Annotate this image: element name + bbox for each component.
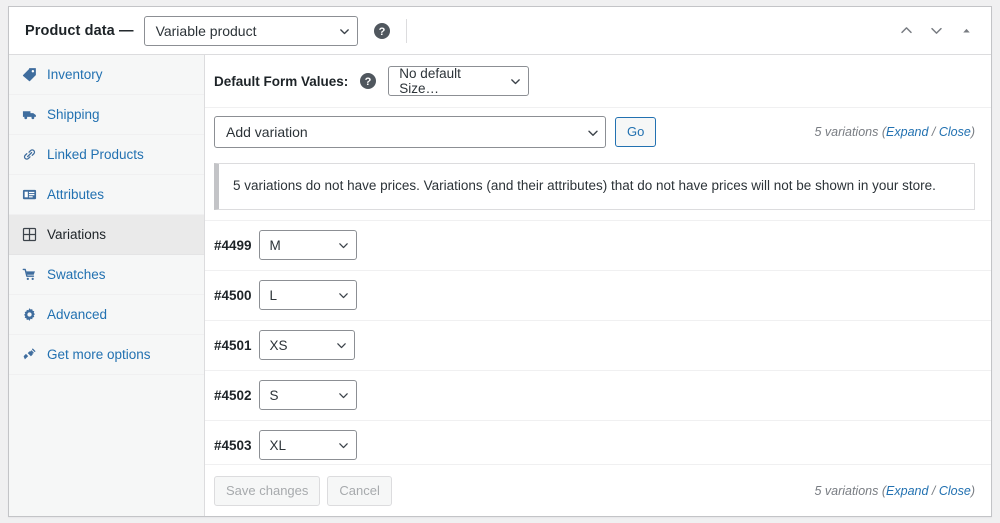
variation-size-value: XS	[269, 337, 288, 353]
variation-size-select[interactable]: L	[258, 280, 357, 311]
toggle-panel-button[interactable]	[953, 18, 979, 44]
add-variation-select[interactable]: Add variation	[214, 115, 606, 148]
variation-size-select[interactable]: XS	[258, 330, 355, 361]
default-size-value: No default Size…	[399, 66, 461, 96]
truck-icon	[21, 107, 37, 123]
chevron-down-icon	[338, 440, 348, 449]
expand-close-separator: /	[928, 483, 939, 498]
variations-count-text: 5 variations	[814, 124, 879, 139]
sidebar-item-linked-products[interactable]: Linked Products	[9, 135, 204, 175]
variations-count-text: 5 variations	[814, 483, 879, 498]
tag-icon	[21, 67, 37, 83]
list-icon	[21, 187, 37, 203]
save-changes-button[interactable]: Save changes	[214, 475, 321, 506]
sidebar-item-label: Shipping	[47, 106, 100, 122]
expand-link[interactable]: Expand	[886, 125, 928, 139]
table-row: #4502 S	[205, 370, 991, 421]
sidebar-item-get-more-options[interactable]: Get more options	[9, 335, 204, 375]
product-data-panel: Product data — Variable product ? Invent…	[8, 6, 992, 517]
help-icon[interactable]: ?	[360, 73, 377, 89]
variation-id: #4502	[214, 387, 252, 403]
cancel-button[interactable]: Cancel	[327, 475, 392, 506]
sidebar-item-inventory[interactable]: Inventory	[9, 55, 204, 95]
go-button[interactable]: Go	[615, 116, 657, 147]
sidebar-item-variations[interactable]: Variations	[9, 215, 204, 255]
no-prices-notice: 5 variations do not have prices. Variati…	[214, 163, 975, 210]
panel-body: Inventory Shipping Linked Products Attri…	[9, 55, 991, 516]
sidebar-item-label: Advanced	[47, 306, 108, 322]
variations-count-top: 5 variations (Expand / Close)	[814, 125, 975, 139]
panel-header: Product data — Variable product ?	[9, 7, 991, 55]
chevron-down-icon	[339, 26, 349, 35]
variation-size-value: L	[269, 287, 278, 303]
variation-size-value: M	[269, 237, 281, 253]
close-link[interactable]: Close	[939, 484, 971, 498]
link-icon	[21, 147, 37, 163]
panel-sidebar: Inventory Shipping Linked Products Attri…	[9, 55, 205, 516]
variations-footer: Save changes Cancel 5 variations (Expand…	[205, 464, 991, 516]
sidebar-item-shipping[interactable]: Shipping	[9, 95, 204, 135]
notice-wrap: 5 variations do not have prices. Variati…	[205, 155, 991, 220]
default-form-values-label: Default Form Values:	[214, 73, 349, 89]
chevron-down-icon	[338, 290, 348, 299]
variation-size-select[interactable]: S	[258, 380, 357, 411]
variations-count-bottom: 5 variations (Expand / Close)	[814, 484, 975, 498]
header-divider	[405, 18, 407, 43]
svg-text:?: ?	[378, 26, 385, 38]
variations-list: #4499 M #4500 L #4501 XS #4502 S #4503 X…	[205, 219, 991, 471]
help-icon[interactable]: ?	[373, 22, 390, 39]
table-row: #4501 XS	[205, 320, 991, 371]
chevron-down-icon	[338, 240, 348, 249]
close-link[interactable]: Close	[939, 125, 971, 139]
variation-size-select[interactable]: M	[258, 230, 357, 261]
plugin-icon	[21, 347, 37, 363]
variation-size-value: XL	[269, 437, 287, 453]
add-variation-value: Add variation	[226, 123, 308, 140]
gear-icon	[21, 307, 37, 323]
sidebar-item-label: Inventory	[47, 66, 103, 82]
expand-close-group: (Expand / Close)	[881, 124, 975, 139]
svg-text:?: ?	[365, 76, 372, 88]
screen: Product data — Variable product ? Invent…	[0, 0, 1000, 523]
expand-close-group: (Expand / Close)	[881, 483, 975, 498]
chevron-down-icon	[336, 340, 346, 349]
page-title: Product data —	[25, 22, 134, 39]
cart-icon	[21, 267, 37, 283]
variation-size-value: S	[269, 387, 279, 403]
move-down-button[interactable]	[923, 18, 949, 44]
product-type-value: Variable product	[155, 22, 257, 39]
chevron-down-icon	[587, 127, 598, 136]
variations-toolbar: Add variation Go 5 variations (Expand / …	[205, 107, 991, 155]
variations-content: Default Form Values: ? No default Size…	[205, 55, 991, 516]
sidebar-item-advanced[interactable]: Advanced	[9, 295, 204, 335]
variation-id: #4499	[214, 237, 252, 253]
move-up-button[interactable]	[893, 18, 919, 44]
expand-close-separator: /	[928, 124, 939, 139]
default-size-select[interactable]: No default Size…	[388, 66, 530, 96]
sidebar-item-swatches[interactable]: Swatches	[9, 255, 204, 295]
chevron-down-icon	[510, 76, 521, 85]
sidebar-item-label: Variations	[47, 226, 107, 242]
expand-link[interactable]: Expand	[886, 484, 928, 498]
default-form-values-row: Default Form Values: ? No default Size…	[205, 55, 991, 107]
sidebar-item-label: Attributes	[47, 186, 105, 202]
sidebar-item-attributes[interactable]: Attributes	[9, 175, 204, 215]
sidebar-item-label: Get more options	[47, 346, 151, 362]
variation-size-select[interactable]: XL	[258, 430, 357, 461]
variation-id: #4503	[214, 437, 252, 453]
variation-id: #4501	[214, 337, 252, 353]
table-row: #4499 M	[205, 220, 991, 271]
grid-icon	[21, 227, 37, 243]
chevron-down-icon	[338, 390, 348, 399]
sidebar-item-label: Linked Products	[47, 146, 144, 162]
table-row: #4500 L	[205, 270, 991, 321]
sidebar-item-label: Swatches	[47, 266, 106, 282]
variation-id: #4500	[214, 287, 252, 303]
product-type-select[interactable]: Variable product	[143, 15, 358, 46]
